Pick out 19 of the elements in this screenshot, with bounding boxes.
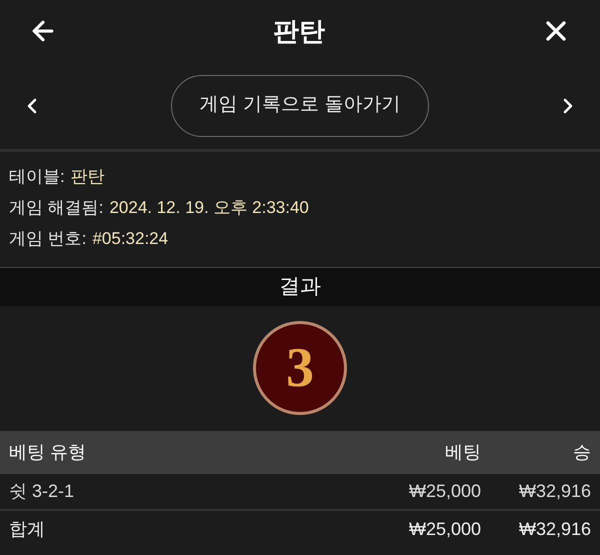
total-cell-text: 합계 [9,518,46,541]
table-cell-text: ₩32,916 [518,480,591,503]
detail-value: #05:32:24 [92,228,168,249]
detail-label: 테이블: [9,166,65,187]
table-cell-text: ₩25,000 [408,480,481,503]
result-title: 결과 [279,274,321,300]
total-cell-text: ₩25,000 [408,518,481,541]
detail-label: 게임 해결됨: [9,197,104,218]
page-title: 판탄 [273,14,325,48]
table-cell-text: 쉿 3-2-1 [9,480,76,503]
detail-value: 판탄 [70,166,105,187]
column-header: 베팅 [444,441,481,464]
result-number-badge: 3 [253,321,347,415]
back-to-history-button[interactable]: 게임 기록으로 돌아가기 [170,74,430,136]
detail-label: 게임 번호: [9,228,86,249]
total-cell-text: ₩32,916 [518,518,591,541]
column-header: 베팅 유형 [9,441,88,464]
detail-value: 2024. 12. 19. 오후 2:33:40 [109,197,309,218]
column-header: 승 [572,441,591,464]
